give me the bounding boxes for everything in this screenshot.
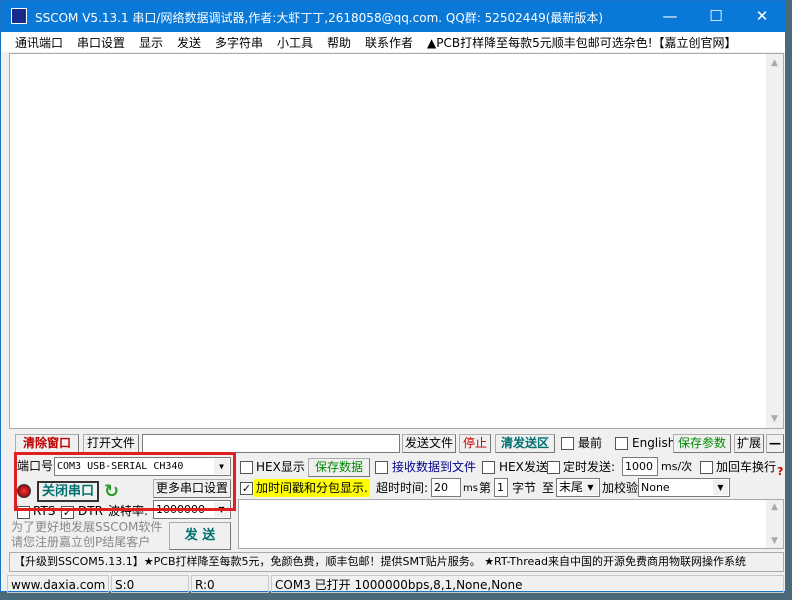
clear-window-button[interactable]: 清除窗口	[15, 434, 79, 453]
hex-send-checkbox[interactable]	[482, 461, 495, 474]
menu-pcb-ad[interactable]: ▲PCB打样降至每款5元顺丰包邮可选杂色!【嘉立创官网】	[427, 34, 737, 51]
add-crlf-label: 加回车换行	[716, 460, 777, 474]
topmost-checkbox[interactable]	[561, 437, 574, 450]
menu-send[interactable]: 发送	[177, 34, 201, 51]
interval-input[interactable]: 1000	[622, 457, 658, 476]
menu-display[interactable]: 显示	[139, 34, 163, 51]
menu-contact[interactable]: 联系作者	[365, 34, 413, 51]
timeout-unit: ms	[463, 483, 478, 494]
status-received: R:0	[191, 575, 269, 593]
file-path-input[interactable]	[142, 434, 400, 453]
send-text-area[interactable]: ▲ ▼	[238, 499, 784, 549]
to-value: 末尾	[559, 480, 584, 494]
timed-send-label: 定时发送:	[563, 460, 616, 474]
collapse-button[interactable]: —	[766, 434, 784, 453]
clear-send-button[interactable]: 清发送区	[495, 434, 555, 453]
topmost-label: 最前	[578, 436, 603, 450]
timestamp-label: 加时间戳和分包显示.	[254, 479, 370, 497]
timeout-input[interactable]: 20	[431, 478, 461, 497]
save-params-button[interactable]: 保存参数	[673, 434, 731, 453]
highlight-box	[14, 452, 236, 511]
help-icon[interactable]: ?	[777, 463, 783, 481]
close-button[interactable]: ✕	[739, 1, 785, 32]
send-scrollbar[interactable]: ▲ ▼	[766, 500, 783, 548]
menu-help[interactable]: 帮助	[327, 34, 351, 51]
timed-send-checkbox[interactable]	[547, 461, 560, 474]
window-title: SSCOM V5.13.1 串口/网络数据调试器,作者:大虾丁丁,2618058…	[35, 11, 604, 25]
to-label: 至	[542, 481, 555, 495]
app-icon	[11, 8, 27, 24]
checksum-label: 加校验	[602, 481, 639, 495]
menu-tools[interactable]: 小工具	[277, 34, 313, 51]
english-label: English	[632, 436, 676, 450]
chevron-down-icon[interactable]: ▼	[583, 480, 598, 495]
byte-unit-label: 字节	[512, 481, 537, 495]
byte-from-label: 第	[479, 481, 492, 495]
checksum-select[interactable]: None ▼	[638, 478, 730, 497]
maximize-button[interactable]: ☐	[693, 1, 739, 32]
expand-button[interactable]: 扩展	[734, 434, 764, 453]
recv-to-file-label[interactable]: 接收数据到文件	[392, 458, 476, 476]
receive-scrollbar[interactable]: ▲ ▼	[766, 54, 783, 428]
app-window: SSCOM V5.13.1 串口/网络数据调试器,作者:大虾丁丁,2618058…	[0, 0, 786, 593]
checksum-value: None	[641, 481, 670, 494]
hex-display-label: HEX显示	[256, 460, 305, 474]
recv-to-file-checkbox[interactable]	[375, 461, 388, 474]
english-checkbox[interactable]	[615, 437, 628, 450]
status-port: COM3 已打开 1000000bps,8,1,None,None	[271, 575, 784, 593]
promo-line1: 为了更好地发展SSCOM软件	[11, 520, 163, 534]
byte-from-input[interactable]: 1	[494, 478, 508, 497]
add-crlf-checkbox[interactable]	[700, 461, 713, 474]
save-data-button[interactable]: 保存数据	[308, 458, 370, 477]
status-site[interactable]: www.daxia.com	[7, 575, 109, 593]
menu-bar: 通讯端口 串口设置 显示 发送 多字符串 小工具 帮助 联系作者 ▲PCB打样降…	[1, 32, 785, 52]
open-file-button[interactable]: 打开文件	[83, 434, 139, 453]
menu-comm-port[interactable]: 通讯端口	[15, 34, 63, 51]
to-select[interactable]: 末尾 ▼	[556, 478, 600, 497]
chevron-down-icon[interactable]: ▼	[713, 480, 728, 495]
hex-send-label: HEX发送	[499, 460, 548, 474]
timeout-label: 超时时间:	[376, 481, 429, 495]
hex-display-checkbox[interactable]	[240, 461, 253, 474]
title-bar: SSCOM V5.13.1 串口/网络数据调试器,作者:大虾丁丁,2618058…	[1, 1, 785, 32]
send-button[interactable]: 发 送	[169, 522, 231, 550]
send-file-button[interactable]: 发送文件	[402, 434, 456, 453]
menu-multi-string[interactable]: 多字符串	[215, 34, 263, 51]
receive-area[interactable]: ▲ ▼	[9, 53, 784, 429]
status-sent: S:0	[111, 575, 189, 593]
promo-line2: 请您注册嘉立创P结尾客户	[11, 535, 151, 549]
stop-button[interactable]: 停止	[459, 434, 491, 453]
timestamp-checkbox[interactable]: ✓	[240, 482, 253, 495]
ticker-bar[interactable]: 【升级到SSCOM5.13.1】★PCB打样降至每款5元，免颜色费，顺丰包邮！提…	[9, 552, 784, 572]
interval-unit: ms/次	[661, 460, 693, 473]
menu-serial-settings[interactable]: 串口设置	[77, 34, 125, 51]
minimize-button[interactable]: —	[647, 1, 693, 32]
